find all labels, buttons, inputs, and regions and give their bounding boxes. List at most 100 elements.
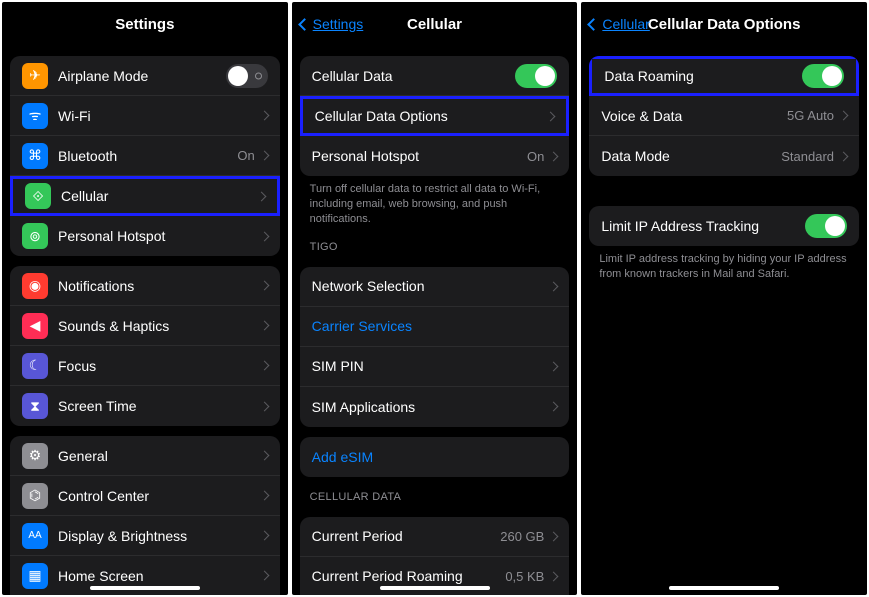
page-title: Settings xyxy=(115,16,174,33)
row-label: Control Center xyxy=(58,488,261,504)
chevron-right-icon xyxy=(256,191,266,201)
toggle-switch[interactable] xyxy=(805,214,847,238)
row-cellular[interactable]: ⟐Cellular xyxy=(10,176,280,216)
row-label: Home Screen xyxy=(58,568,261,584)
toggle-switch[interactable] xyxy=(226,64,268,88)
chevron-right-icon xyxy=(259,451,269,461)
chevron-right-icon xyxy=(259,151,269,161)
row-limit-ip-address-tracking[interactable]: Limit IP Address Tracking xyxy=(589,206,859,246)
chevron-right-icon xyxy=(549,571,559,581)
toggle-switch[interactable] xyxy=(802,64,844,88)
section-header-tigo: TIGO xyxy=(292,227,578,257)
header: Cellular Cellular Data Options xyxy=(581,2,867,46)
row-data-roaming[interactable]: Data Roaming xyxy=(589,56,859,96)
row-label: Voice & Data xyxy=(601,108,787,124)
row-label: Add eSIM xyxy=(312,449,558,465)
cellular-group-esim: Add eSIM xyxy=(300,437,570,477)
row-label: SIM Applications xyxy=(312,399,551,415)
row-data-mode[interactable]: Data ModeStandard xyxy=(589,136,859,176)
header: Settings xyxy=(2,2,288,46)
row-label: Data Roaming xyxy=(604,68,802,84)
row-wi-fi[interactable]: ᯤWi-Fi xyxy=(10,96,280,136)
row-sim-pin[interactable]: SIM PIN xyxy=(300,347,570,387)
chevron-right-icon xyxy=(259,571,269,581)
row-label: Personal Hotspot xyxy=(58,228,261,244)
row-focus[interactable]: ☾ Focus xyxy=(10,346,280,386)
chevron-right-icon xyxy=(259,111,269,121)
hotspot-icon: ⊚ xyxy=(22,223,48,249)
row-label: SIM PIN xyxy=(312,358,551,374)
row-value: Standard xyxy=(781,149,834,164)
settings-group-alerts: ◉Notifications◀︎Sounds & Haptics ☾ Focus ⧗ S… xyxy=(10,266,280,426)
back-label: Settings xyxy=(313,16,364,32)
section-header-cellulardata: CELLULAR DATA xyxy=(292,477,578,507)
row-current-period: Current Period260 GB xyxy=(300,517,570,557)
row-network-selection[interactable]: Network Selection xyxy=(300,267,570,307)
chevron-left-icon xyxy=(587,18,600,31)
row-label: Data Mode xyxy=(601,148,781,164)
wifi-icon: ᯤ xyxy=(22,103,48,129)
row-sim-applications[interactable]: SIM Applications xyxy=(300,387,570,427)
row-general[interactable]: ⚙ General xyxy=(10,436,280,476)
home-indicator[interactable] xyxy=(669,586,779,590)
row-value: 5G Auto xyxy=(787,108,834,123)
row-label: Sounds & Haptics xyxy=(58,318,261,334)
row-label: Carrier Services xyxy=(312,318,558,334)
display-icon: AA xyxy=(22,523,48,549)
row-personal-hotspot[interactable]: Personal HotspotOn xyxy=(300,136,570,176)
home-indicator[interactable] xyxy=(90,586,200,590)
general-icon: ⚙ xyxy=(22,443,48,469)
chevron-right-icon xyxy=(839,151,849,161)
row-label: General xyxy=(58,448,261,464)
controlcenter-icon: ⌬ xyxy=(22,483,48,509)
row-label: Focus xyxy=(58,358,261,374)
row-airplane-mode[interactable]: ✈Airplane Mode xyxy=(10,56,280,96)
cellular-icon: ⟐ xyxy=(25,183,51,209)
row-notifications[interactable]: ◉Notifications xyxy=(10,266,280,306)
row-label: Display & Brightness xyxy=(58,528,261,544)
row-label: Screen Time xyxy=(58,398,261,414)
row-label: Cellular Data xyxy=(312,68,516,84)
options-group-tracking: Limit IP Address Tracking xyxy=(589,206,859,246)
screentime-icon: ⧗ xyxy=(22,393,48,419)
row-label: Network Selection xyxy=(312,278,551,294)
toggle-switch[interactable] xyxy=(515,64,557,88)
footer-text: Limit IP address tracking by hiding your… xyxy=(581,246,867,282)
options-group-main: Data RoamingVoice & Data5G AutoData Mode… xyxy=(589,56,859,176)
row-bluetooth[interactable]: ⌘BluetoothOn xyxy=(10,136,280,176)
chevron-right-icon xyxy=(839,111,849,121)
row-value: 0,5 KB xyxy=(505,569,544,584)
chevron-right-icon xyxy=(549,151,559,161)
row-voice-data[interactable]: Voice & Data5G Auto xyxy=(589,96,859,136)
row-label: Cellular Data Options xyxy=(315,108,548,124)
row-screen-time[interactable]: ⧗ Screen Time xyxy=(10,386,280,426)
row-label: Current Period xyxy=(312,528,501,544)
chevron-right-icon xyxy=(259,401,269,411)
page-title: Cellular Data Options xyxy=(648,16,801,33)
row-carrier-services[interactable]: Carrier Services xyxy=(300,307,570,347)
chevron-right-icon xyxy=(259,321,269,331)
bluetooth-icon: ⌘ xyxy=(22,143,48,169)
row-value: On xyxy=(237,148,254,163)
cellular-panel: Settings Cellular Cellular DataCellular … xyxy=(292,2,578,595)
focus-icon: ☾ xyxy=(22,353,48,379)
settings-panel: Settings ✈Airplane ModeᯤWi-Fi⌘BluetoothO… xyxy=(2,2,288,595)
row-sounds-haptics[interactable]: ◀︎Sounds & Haptics xyxy=(10,306,280,346)
row-control-center[interactable]: ⌬ Control Center xyxy=(10,476,280,516)
row-personal-hotspot[interactable]: ⊚ Personal Hotspot xyxy=(10,216,280,256)
row-value: 260 GB xyxy=(500,529,544,544)
row-cellular-data[interactable]: Cellular Data xyxy=(300,56,570,96)
row-add-esim[interactable]: Add eSIM xyxy=(300,437,570,477)
chevron-right-icon xyxy=(259,281,269,291)
back-button[interactable]: Cellular xyxy=(589,16,649,32)
home-indicator[interactable] xyxy=(380,586,490,590)
settings-group-network: ✈Airplane ModeᯤWi-Fi⌘BluetoothOn⟐Cellula… xyxy=(10,56,280,256)
row-label: Limit IP Address Tracking xyxy=(601,218,805,234)
row-cellular-data-options[interactable]: Cellular Data Options xyxy=(300,96,570,136)
chevron-right-icon xyxy=(259,491,269,501)
row-label: Notifications xyxy=(58,278,261,294)
row-display-brightness[interactable]: AA Display & Brightness xyxy=(10,516,280,556)
back-button[interactable]: Settings xyxy=(300,16,364,32)
cellular-group-tigo: Network Selection Carrier Services SIM PIN… xyxy=(300,267,570,427)
chevron-right-icon xyxy=(259,361,269,371)
